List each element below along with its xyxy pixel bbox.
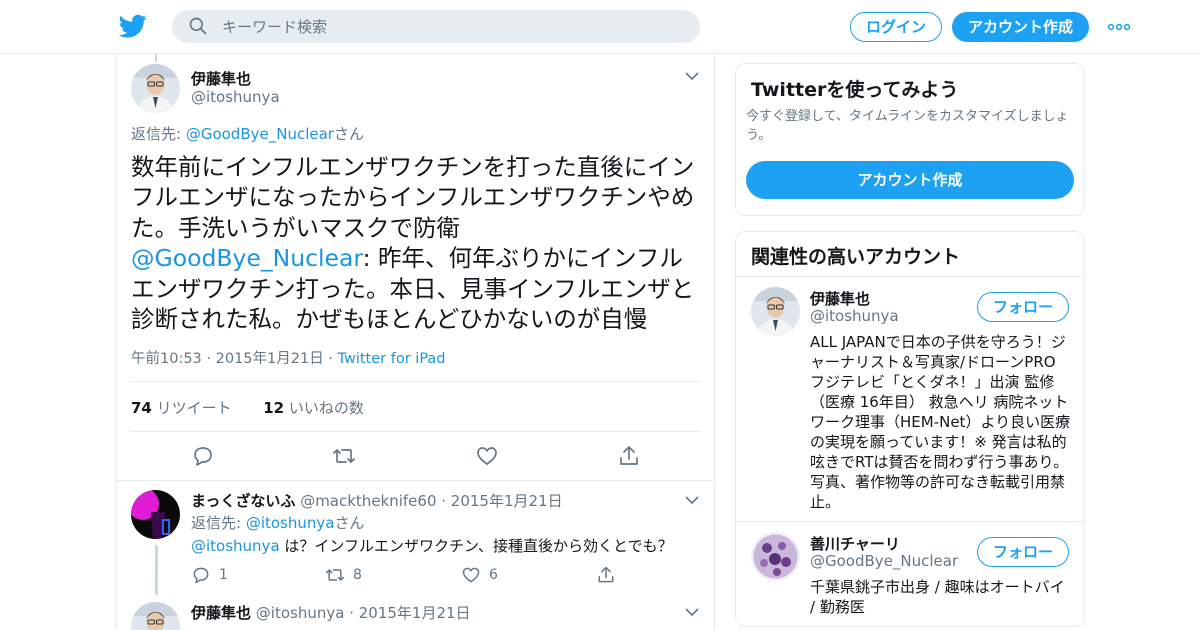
tweet-text-part1: 数年前にインフルエンザワクチンを打った直後にインフルエンザになったからインフルエ… <box>131 153 695 242</box>
tweet-meta: 午前10:53 · 2015年1月21日 · Twitter for iPad <box>131 347 446 368</box>
account-name[interactable]: 善川チャーリ <box>810 533 900 554</box>
tweet-column: 伊藤隼也 @itoshunya 返信先: @GoodBye_Nuclearさん … <box>115 54 715 630</box>
search-input[interactable] <box>222 10 682 43</box>
reply-text-body: は？インフルエンザワクチン、接種直後から効くとでも？ <box>279 537 673 555</box>
reply-to-link[interactable]: @itoshunya <box>246 514 335 532</box>
author-handle[interactable]: @macktheknife60 <box>300 492 436 510</box>
retweet-label: リツイート <box>151 399 232 417</box>
like-icon[interactable] <box>475 444 499 468</box>
like-count: 6 <box>489 567 498 583</box>
avatar[interactable] <box>751 287 800 336</box>
reply-header: まっくざないふ @macktheknife60 · 2015年1月21日 <box>191 490 563 511</box>
account-handle[interactable]: @GoodBye_Nuclear <box>810 552 958 570</box>
like-count: 12 <box>263 399 285 417</box>
reply-suffix: さん <box>334 514 365 532</box>
follow-button[interactable]: フォロー <box>977 537 1069 567</box>
account-bio: ALL JAPANで日本の子供を守ろう！ジャーナリスト＆写真家/ドローンPRO … <box>810 333 1071 511</box>
author-name[interactable]: 伊藤隼也 <box>191 604 251 622</box>
account-name[interactable]: 伊藤隼也 <box>810 288 870 309</box>
related-accounts-card: 関連性の高いアカウント 伊藤隼也 @itoshunya フォロー ALL JAP… <box>735 231 1085 627</box>
tweet-stats: 74 リツイート 12 いいねの数 <box>131 397 364 418</box>
tweet-actions <box>116 444 714 472</box>
signup-card-title: Twitterを使ってみよう <box>751 79 959 101</box>
reply-header: 伊藤隼也 @itoshunya · 2015年1月21日 <box>191 602 471 623</box>
related-accounts-title: 関連性の高いアカウント <box>751 246 961 268</box>
twitter-bird-icon[interactable] <box>118 12 148 40</box>
avatar[interactable] <box>131 64 180 113</box>
meta-dot: · <box>323 351 338 367</box>
tweet-date[interactable]: · 2015年1月21日 <box>344 604 470 622</box>
reply-prefix: 返信先: <box>131 125 186 143</box>
divider <box>130 381 700 382</box>
profile-photo <box>131 602 180 630</box>
reply-prefix: 返信先: <box>191 514 246 532</box>
thread-connector <box>155 545 158 595</box>
tweet-date[interactable]: · 2015年1月21日 <box>437 492 562 510</box>
reply-tweet[interactable]: まっくざないふ @macktheknife60 · 2015年1月21日 返信先… <box>116 490 714 600</box>
like-icon <box>462 567 480 583</box>
reply-context: 返信先: @GoodBye_Nuclearさん <box>131 123 364 144</box>
signup-card: Twitterを使ってみよう 今すぐ登録して、タイムラインをカスタマイズしましょ… <box>735 63 1085 216</box>
author-handle[interactable]: @itoshunya <box>191 88 280 106</box>
timestamp[interactable]: 午前10:53 · 2015年1月21日 <box>131 351 324 367</box>
avatar[interactable] <box>131 490 180 539</box>
retweet-stat[interactable]: 74 リツイート <box>131 399 232 417</box>
divider <box>736 276 1084 277</box>
author-handle[interactable]: @itoshunya <box>256 604 345 622</box>
tweet-separator <box>116 480 714 481</box>
chevron-down-icon[interactable] <box>684 606 700 618</box>
account-handle[interactable]: @itoshunya <box>810 307 899 325</box>
profile-photo <box>751 532 800 581</box>
reply-icon <box>193 567 209 584</box>
author-name[interactable]: まっくざないふ <box>191 492 295 510</box>
retweet-icon[interactable] <box>332 444 356 468</box>
chevron-down-icon[interactable] <box>684 494 700 506</box>
top-navigation-bar: ログイン アカウント作成 <box>0 0 1200 54</box>
mention-link[interactable]: @itoshunya <box>191 537 280 555</box>
reply-to-link[interactable]: @GoodBye_Nuclear <box>186 125 334 143</box>
retweet-count: 74 <box>131 399 152 417</box>
reply-text: @itoshunya は？インフルエンザワクチン、接種直後から効くとでも？ <box>191 535 673 556</box>
profile-photo <box>751 287 800 336</box>
search-bar[interactable] <box>172 10 700 43</box>
chevron-down-icon[interactable] <box>684 70 700 82</box>
divider <box>736 521 1084 522</box>
reply-count: 1 <box>219 567 228 583</box>
more-dots-icon[interactable] <box>1107 20 1131 34</box>
retweet-icon <box>325 569 345 581</box>
avatar[interactable] <box>131 602 180 630</box>
search-icon <box>189 17 207 35</box>
signup-card-button[interactable]: アカウント作成 <box>746 161 1074 199</box>
reply-suffix: さん <box>333 125 364 143</box>
client-link[interactable]: Twitter for iPad <box>338 351 446 367</box>
avatar[interactable] <box>751 532 800 581</box>
signup-card-description: 今すぐ登録して、タイムラインをカスタマイズしましょう。 <box>746 109 1069 143</box>
follow-button[interactable]: フォロー <box>977 292 1069 322</box>
mention-link[interactable]: @GoodBye_Nuclear <box>131 244 363 272</box>
like-label: いいねの数 <box>284 399 364 417</box>
share-icon[interactable] <box>617 444 641 468</box>
reply-context: 返信先: @itoshunyaさん <box>191 512 364 533</box>
reply-tweet[interactable]: 伊藤隼也 @itoshunya · 2015年1月21日 <box>116 602 714 630</box>
divider <box>130 431 700 432</box>
retweet-count: 8 <box>353 567 362 583</box>
reply-icon[interactable] <box>191 444 215 468</box>
reply-actions: 1 8 6 <box>191 564 661 586</box>
like-stat[interactable]: 12 いいねの数 <box>263 399 364 417</box>
thread-connector <box>155 54 157 62</box>
signup-button[interactable]: アカウント作成 <box>952 12 1089 42</box>
profile-photo <box>131 490 180 539</box>
account-bio: 千葉県銚子市出身 / 趣味はオートバイ / 勤務医 <box>810 578 1065 616</box>
author-name[interactable]: 伊藤隼也 <box>191 68 251 89</box>
share-icon <box>598 566 614 583</box>
profile-photo <box>131 64 180 113</box>
login-button[interactable]: ログイン <box>850 12 942 42</box>
tweet-text: 数年前にインフルエンザワクチンを打った直後にインフルエンザになったからインフルエ… <box>131 152 703 334</box>
